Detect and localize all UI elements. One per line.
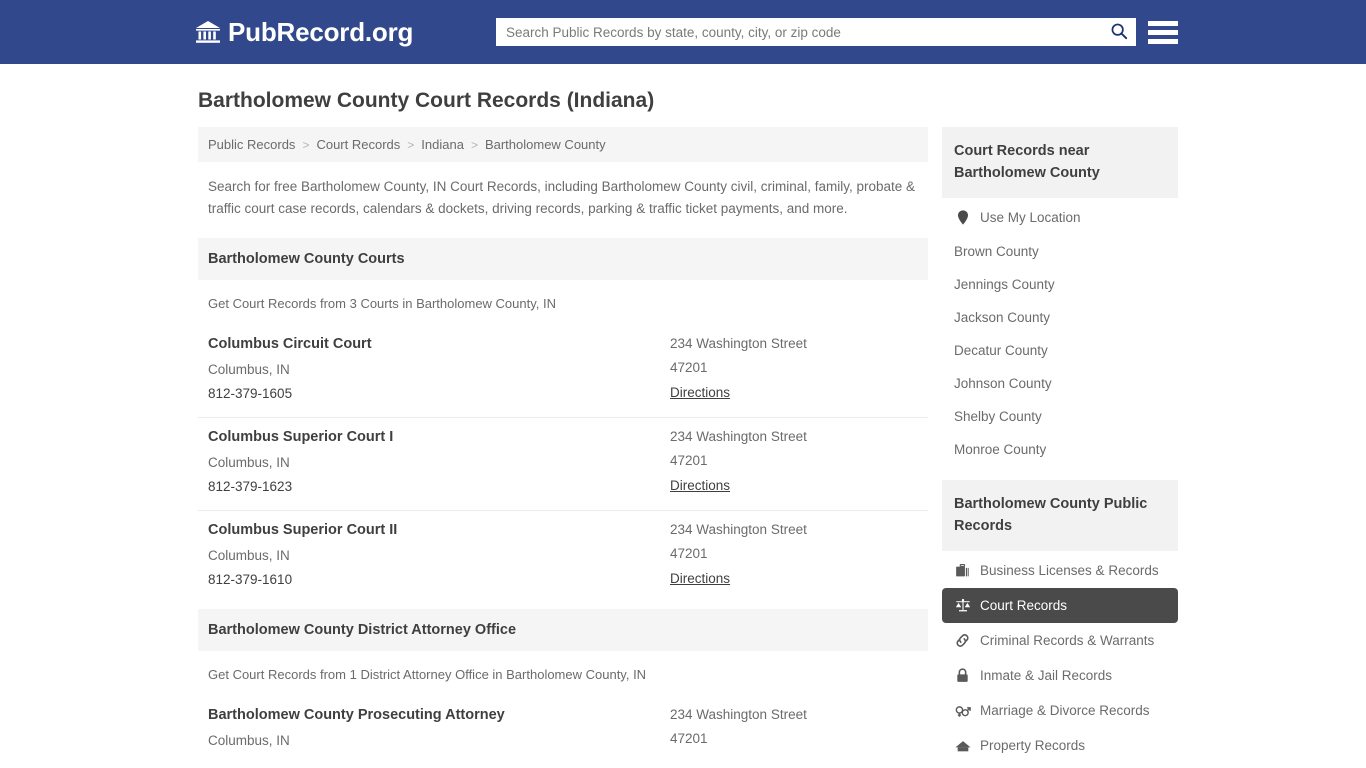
menu-bar-3 — [1148, 38, 1178, 44]
house-icon — [954, 737, 971, 754]
sidebar-item-label: Criminal Records & Warrants — [980, 633, 1155, 649]
sidebar-nearby-list: Use My Location Brown County Jennings Co… — [942, 198, 1178, 466]
listing-details: Columbus Superior Court II Columbus, IN … — [208, 519, 670, 593]
listing-details: Bartholomew County Prosecuting Attorney … — [208, 704, 670, 754]
sidebar-item-johnson-county[interactable]: Johnson County — [942, 367, 1178, 400]
listing-details: Columbus Superior Court I Columbus, IN 8… — [208, 426, 670, 500]
table-row[interactable]: Columbus Superior Court I Columbus, IN 8… — [198, 417, 928, 510]
menu-bar-2 — [1148, 29, 1178, 35]
sidebar-item-monroe-county[interactable]: Monroe County — [942, 433, 1178, 466]
sidebar-item-label: Use My Location — [980, 210, 1081, 226]
sidebar-item-criminal-records[interactable]: Criminal Records & Warrants — [942, 623, 1178, 658]
sidebar-item-label: Marriage & Divorce Records — [980, 703, 1150, 719]
search-bar — [496, 18, 1136, 46]
listing-address: 234 Washington Street 47201 Directions — [670, 333, 918, 407]
listing-name: Columbus Superior Court II — [208, 522, 398, 539]
table-row[interactable]: Columbus Circuit Court Columbus, IN 812-… — [198, 325, 928, 417]
listing-city-state: Columbus, IN — [208, 547, 290, 563]
table-row[interactable]: Columbus Superior Court II Columbus, IN … — [198, 510, 928, 603]
search-icon — [1110, 22, 1128, 43]
listing-zip: 47201 — [670, 360, 708, 376]
listing-address: 234 Washington Street 47201 Directions — [670, 519, 918, 593]
sidebar-item-decatur-county[interactable]: Decatur County — [942, 334, 1178, 367]
listing-name: Columbus Superior Court I — [208, 429, 394, 446]
section-subtitle-courts: Get Court Records from 3 Courts in Barth… — [208, 296, 556, 312]
main-content: Public Records > Court Records > Indiana… — [198, 127, 928, 764]
sidebar-heading-nearby: Court Records near Bartholomew County — [942, 127, 1178, 199]
listing-city-state: Columbus, IN — [208, 732, 290, 748]
sidebar-item-use-my-location[interactable]: Use My Location — [942, 200, 1178, 235]
sidebar-public-records-list: Business Licenses & Records Court Record… — [942, 551, 1178, 763]
sidebar-item-property-records[interactable]: Property Records — [942, 728, 1178, 763]
sidebar-item-brown-county[interactable]: Brown County — [942, 235, 1178, 268]
page-body: Bartholomew County Court Records (Indian… — [0, 64, 1366, 764]
breadcrumb-separator: > — [302, 137, 310, 152]
search-button[interactable] — [1102, 18, 1136, 46]
sidebar-item-label: Business Licenses & Records — [980, 563, 1159, 579]
page-intro-text: Search for free Bartholomew County, IN C… — [208, 179, 916, 217]
breadcrumb-item-indiana[interactable]: Indiana — [421, 137, 464, 152]
listing-details: Columbus Circuit Court Columbus, IN 812-… — [208, 333, 670, 407]
breadcrumb-item-public-records[interactable]: Public Records — [208, 137, 295, 152]
section-heading-district-attorney: Bartholomew County District Attorney Off… — [198, 609, 928, 652]
site-header: PubRecord.org — [0, 0, 1366, 64]
directions-link[interactable]: Directions — [670, 475, 730, 496]
breadcrumb-item-bartholomew-county[interactable]: Bartholomew County — [485, 137, 606, 152]
sidebar-item-business-licenses[interactable]: Business Licenses & Records — [942, 553, 1178, 588]
listing-name: Columbus Circuit Court — [208, 336, 372, 353]
page-title: Bartholomew County Court Records (Indian… — [198, 89, 655, 112]
hamburger-menu-icon[interactable] — [1148, 18, 1178, 46]
gender-symbols-icon — [954, 702, 971, 719]
site-logo-text: PubRecord.org — [228, 17, 414, 47]
listing-city-state: Columbus, IN — [208, 454, 290, 470]
sidebar-heading-public-records: Bartholomew County Public Records — [942, 480, 1178, 552]
listing-street: 234 Washington Street — [670, 707, 807, 723]
briefcase-icon — [954, 562, 971, 579]
site-logo-link[interactable]: PubRecord.org — [195, 19, 413, 45]
sidebar-item-inmate-jail-records[interactable]: Inmate & Jail Records — [942, 658, 1178, 693]
sidebar-item-court-records[interactable]: Court Records — [942, 588, 1178, 624]
listing-zip: 47201 — [670, 731, 708, 747]
listing-city-state: Columbus, IN — [208, 361, 290, 377]
breadcrumb-separator: > — [407, 137, 415, 152]
sidebar-divider — [942, 466, 1178, 480]
sidebar-item-jackson-county[interactable]: Jackson County — [942, 301, 1178, 334]
breadcrumb: Public Records > Court Records > Indiana… — [198, 127, 928, 163]
listing-street: 234 Washington Street — [670, 336, 807, 352]
chain-link-icon — [954, 632, 971, 649]
directions-link[interactable]: Directions — [670, 382, 730, 403]
table-row[interactable]: Bartholomew County Prosecuting Attorney … — [198, 696, 928, 764]
scales-of-justice-icon — [954, 597, 971, 614]
padlock-icon — [954, 667, 971, 684]
bank-building-icon — [195, 20, 221, 44]
directions-link[interactable]: Directions — [670, 568, 730, 589]
sidebar: Court Records near Bartholomew County Us… — [942, 127, 1178, 763]
listing-phone[interactable]: 812-379-1623 — [208, 476, 670, 500]
sidebar-item-label: Court Records — [980, 598, 1068, 614]
listing-zip: 47201 — [670, 453, 708, 469]
sidebar-item-marriage-divorce-records[interactable]: Marriage & Divorce Records — [942, 693, 1178, 728]
listing-name: Bartholomew County Prosecuting Attorney — [208, 707, 505, 724]
listing-zip: 47201 — [670, 546, 708, 562]
breadcrumb-separator: > — [470, 137, 478, 152]
listing-phone[interactable]: 812-379-1610 — [208, 569, 670, 593]
section-subtitle-district-attorney: Get Court Records from 1 District Attorn… — [208, 667, 647, 683]
sidebar-item-label: Inmate & Jail Records — [980, 668, 1113, 684]
listing-address: 234 Washington Street 47201 — [670, 704, 918, 754]
listing-street: 234 Washington Street — [670, 522, 807, 538]
menu-bar-1 — [1148, 20, 1178, 26]
listing-phone[interactable]: 812-379-1605 — [208, 383, 670, 407]
search-input[interactable] — [496, 18, 1102, 46]
map-pin-icon — [954, 209, 971, 226]
breadcrumb-item-court-records[interactable]: Court Records — [316, 137, 400, 152]
listing-address: 234 Washington Street 47201 Directions — [670, 426, 918, 500]
section-heading-courts: Bartholomew County Courts — [198, 238, 928, 281]
sidebar-item-jennings-county[interactable]: Jennings County — [942, 268, 1178, 301]
listing-street: 234 Washington Street — [670, 429, 807, 445]
sidebar-item-label: Property Records — [980, 738, 1086, 754]
sidebar-item-shelby-county[interactable]: Shelby County — [942, 400, 1178, 433]
